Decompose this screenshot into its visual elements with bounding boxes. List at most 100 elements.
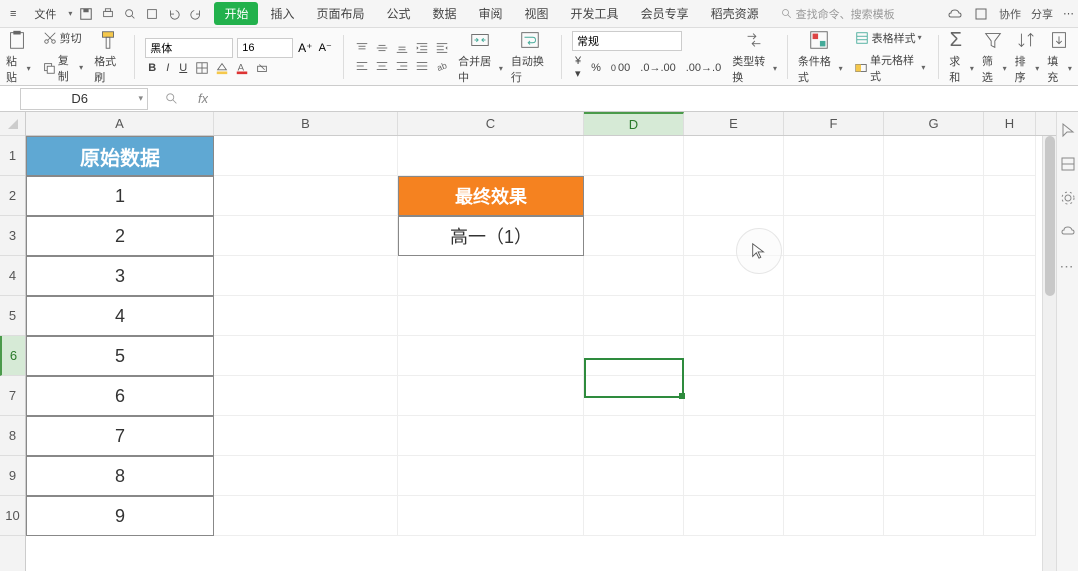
filter-button[interactable]: 筛选▾ bbox=[982, 29, 1007, 85]
formula-input[interactable] bbox=[208, 88, 1078, 110]
cell-g8[interactable] bbox=[884, 416, 984, 456]
tab-member[interactable]: 会员专享 bbox=[631, 2, 699, 25]
cell-c7[interactable] bbox=[398, 376, 584, 416]
cell-c3[interactable]: 高一（1） bbox=[398, 216, 584, 256]
orientation-icon[interactable]: ab bbox=[434, 58, 450, 74]
decrease-font-icon[interactable]: A⁻ bbox=[317, 40, 333, 56]
fx-search-icon[interactable] bbox=[164, 91, 180, 107]
sidebar-style-icon[interactable] bbox=[1060, 156, 1076, 172]
cell-b8[interactable] bbox=[214, 416, 398, 456]
cut-button[interactable]: 剪切 bbox=[39, 28, 87, 48]
tab-dev[interactable]: 开发工具 bbox=[561, 2, 629, 25]
cell-c6[interactable] bbox=[398, 336, 584, 376]
cell-c8[interactable] bbox=[398, 416, 584, 456]
table-style-button[interactable]: 表格样式▾ bbox=[851, 28, 929, 48]
cell-h7[interactable] bbox=[984, 376, 1036, 416]
cell-h8[interactable] bbox=[984, 416, 1036, 456]
cell-b4[interactable] bbox=[214, 256, 398, 296]
cell-e3[interactable] bbox=[684, 216, 784, 256]
export-icon[interactable] bbox=[144, 6, 160, 22]
cell-h1[interactable] bbox=[984, 136, 1036, 176]
col-header-e[interactable]: E bbox=[684, 112, 784, 135]
indent-left-icon[interactable] bbox=[414, 40, 430, 56]
cell-a1[interactable]: 原始数据 bbox=[26, 136, 214, 176]
cell-g3[interactable] bbox=[884, 216, 984, 256]
cell-h3[interactable] bbox=[984, 216, 1036, 256]
col-header-f[interactable]: F bbox=[784, 112, 884, 135]
cell-style-button[interactable]: 单元格样式▾ bbox=[851, 50, 929, 86]
cell-b1[interactable] bbox=[214, 136, 398, 176]
cell-e4[interactable] bbox=[684, 256, 784, 296]
decrease-decimal-icon[interactable]: .00→.0 bbox=[683, 60, 724, 76]
cell-a10[interactable]: 9 bbox=[26, 496, 214, 536]
cell-e1[interactable] bbox=[684, 136, 784, 176]
cell-d3[interactable] bbox=[584, 216, 684, 256]
align-middle-icon[interactable] bbox=[374, 40, 390, 56]
wrap-text-button[interactable]: 自动换行 bbox=[511, 29, 551, 85]
cell-a7[interactable]: 6 bbox=[26, 376, 214, 416]
command-search[interactable]: 查找命令、搜索模板 bbox=[781, 6, 895, 22]
cell-c1[interactable] bbox=[398, 136, 584, 176]
cell-a8[interactable]: 7 bbox=[26, 416, 214, 456]
cell-d10[interactable] bbox=[584, 496, 684, 536]
cell-e8[interactable] bbox=[684, 416, 784, 456]
col-header-b[interactable]: B bbox=[214, 112, 398, 135]
paste-button[interactable]: 粘贴▾ bbox=[6, 29, 31, 85]
italic-button[interactable]: I bbox=[163, 60, 172, 76]
more-icon[interactable]: ⋯ bbox=[1063, 7, 1074, 20]
undo-icon[interactable] bbox=[166, 6, 182, 22]
cell-e6[interactable] bbox=[684, 336, 784, 376]
cell-d4[interactable] bbox=[584, 256, 684, 296]
clear-format-icon[interactable] bbox=[254, 60, 270, 76]
cell-f7[interactable] bbox=[784, 376, 884, 416]
cell-c2[interactable]: 最终效果 bbox=[398, 176, 584, 216]
cell-d8[interactable] bbox=[584, 416, 684, 456]
col-header-g[interactable]: G bbox=[884, 112, 984, 135]
cell-d1[interactable] bbox=[584, 136, 684, 176]
cell-d5[interactable] bbox=[584, 296, 684, 336]
sidebar-more-icon[interactable]: ⋯ bbox=[1060, 258, 1076, 274]
percent-icon[interactable]: % bbox=[588, 60, 604, 76]
cells-area[interactable]: 原始数据 1 最终效果 2 bbox=[26, 136, 1078, 536]
sidebar-settings-icon[interactable] bbox=[1060, 190, 1076, 206]
cell-h4[interactable] bbox=[984, 256, 1036, 296]
cell-f10[interactable] bbox=[784, 496, 884, 536]
merge-center-button[interactable]: 合并居中▾ bbox=[458, 29, 503, 85]
cell-g7[interactable] bbox=[884, 376, 984, 416]
cell-f5[interactable] bbox=[784, 296, 884, 336]
cell-a2[interactable]: 1 bbox=[26, 176, 214, 216]
cell-b7[interactable] bbox=[214, 376, 398, 416]
cell-b2[interactable] bbox=[214, 176, 398, 216]
cell-e2[interactable] bbox=[684, 176, 784, 216]
tab-start[interactable]: 开始 bbox=[214, 2, 258, 25]
border-icon[interactable] bbox=[194, 60, 210, 76]
tab-formula[interactable]: 公式 bbox=[376, 2, 420, 25]
cell-g6[interactable] bbox=[884, 336, 984, 376]
cond-format-button[interactable]: 条件格式▾ bbox=[798, 29, 843, 85]
cell-f1[interactable] bbox=[784, 136, 884, 176]
number-format-select[interactable] bbox=[572, 31, 682, 51]
currency-icon[interactable]: ¥ ▾ bbox=[572, 53, 584, 82]
tab-data[interactable]: 数据 bbox=[423, 2, 467, 25]
cell-a9[interactable]: 8 bbox=[26, 456, 214, 496]
cell-e7[interactable] bbox=[684, 376, 784, 416]
row-header-1[interactable]: 1 bbox=[0, 136, 25, 176]
format-painter-button[interactable]: 格式刷 bbox=[94, 29, 124, 85]
cell-g10[interactable] bbox=[884, 496, 984, 536]
scrollbar-thumb[interactable] bbox=[1045, 136, 1055, 296]
row-header-5[interactable]: 5 bbox=[0, 296, 25, 336]
bold-button[interactable]: B bbox=[145, 60, 159, 76]
cell-g1[interactable] bbox=[884, 136, 984, 176]
font-size-select[interactable] bbox=[237, 38, 293, 58]
row-header-9[interactable]: 9 bbox=[0, 456, 25, 496]
fill-button[interactable]: 填充▾ bbox=[1047, 29, 1072, 85]
cell-b5[interactable] bbox=[214, 296, 398, 336]
cell-a6[interactable]: 5 bbox=[26, 336, 214, 376]
cell-h10[interactable] bbox=[984, 496, 1036, 536]
vertical-scrollbar[interactable] bbox=[1042, 136, 1056, 571]
cell-f2[interactable] bbox=[784, 176, 884, 216]
cell-e10[interactable] bbox=[684, 496, 784, 536]
print-icon[interactable] bbox=[100, 6, 116, 22]
col-header-a[interactable]: A bbox=[26, 112, 214, 135]
cell-f3[interactable] bbox=[784, 216, 884, 256]
